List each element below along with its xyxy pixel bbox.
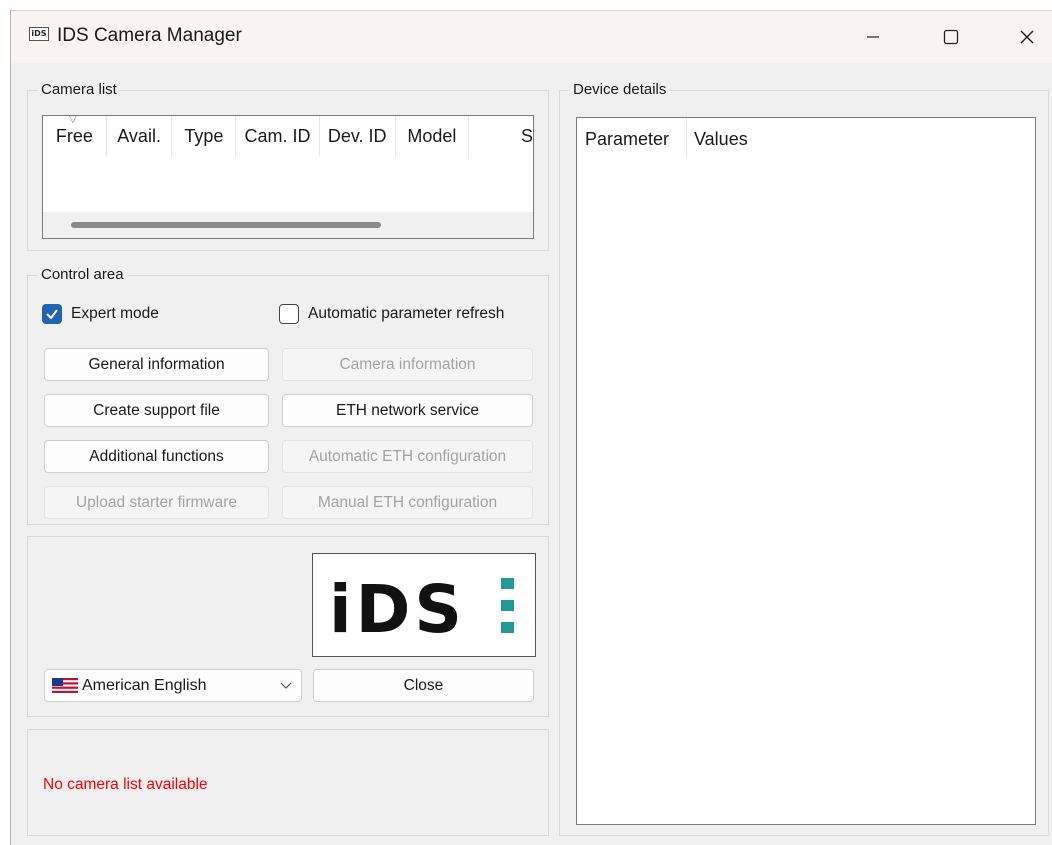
scrollbar-thumb[interactable]	[71, 222, 381, 228]
auto-refresh-checkbox[interactable]: Automatic parameter refresh	[279, 304, 504, 324]
camera-manager-window: iDS IDS Camera Manager Camera list ▽ Fre…	[10, 10, 1052, 845]
manual-eth-configuration-button[interactable]: Manual ETH configuration	[282, 486, 533, 519]
title-bar: iDS IDS Camera Manager	[11, 11, 1052, 63]
chevron-down-icon	[280, 682, 292, 689]
minimize-icon	[867, 36, 879, 38]
language-select-value: American English	[82, 676, 207, 694]
ids-logo-icon: iDS	[329, 571, 514, 648]
checkbox-unchecked-icon	[279, 304, 299, 324]
device-details-group: Device details Parameter Values	[559, 81, 1049, 836]
expert-mode-label: Expert mode	[71, 305, 159, 322]
create-support-file-button[interactable]: Create support file	[44, 394, 269, 427]
column-header-model[interactable]: Model	[396, 116, 470, 156]
minimize-button[interactable]	[853, 19, 893, 55]
ids-logo: iDS	[312, 553, 536, 657]
column-header-s[interactable]: S	[469, 116, 533, 156]
device-details-label: Device details	[570, 81, 670, 98]
maximize-button[interactable]	[931, 19, 971, 55]
sort-indicator-icon: ▽	[69, 115, 77, 125]
camera-information-button[interactable]: Camera information	[282, 348, 533, 381]
device-details-header: Parameter Values	[577, 118, 1035, 160]
status-group: No camera list available	[27, 729, 549, 836]
logo-wordmark: iDS	[329, 571, 466, 648]
close-button[interactable]: Close	[313, 669, 534, 702]
status-message: No camera list available	[43, 776, 208, 793]
us-flag-icon	[52, 678, 78, 693]
column-header-dev-id[interactable]: Dev. ID	[320, 116, 396, 156]
camera-list-group: Camera list ▽ Free Avail. Type Cam. ID D…	[27, 81, 549, 251]
auto-refresh-label: Automatic parameter refresh	[308, 305, 505, 322]
maximize-icon	[943, 29, 959, 45]
close-window-button[interactable]	[1007, 19, 1047, 55]
camera-list-hscrollbar[interactable]	[43, 212, 533, 238]
checkbox-checked-icon	[42, 304, 62, 324]
device-details-table[interactable]: Parameter Values	[576, 117, 1036, 825]
language-select[interactable]: American English	[44, 669, 302, 702]
column-free-label: Free	[55, 126, 93, 146]
column-header-avail[interactable]: Avail.	[107, 116, 173, 156]
camera-list-header: ▽ Free Avail. Type Cam. ID Dev. ID Model…	[43, 116, 533, 158]
expert-mode-checkbox[interactable]: Expert mode	[42, 304, 159, 324]
camera-list-table[interactable]: ▽ Free Avail. Type Cam. ID Dev. ID Model…	[42, 115, 534, 239]
window-title: IDS Camera Manager	[57, 25, 242, 46]
upload-starter-firmware-button[interactable]: Upload starter firmware	[44, 486, 269, 519]
column-header-parameter[interactable]: Parameter	[577, 118, 687, 158]
control-area-label: Control area	[38, 266, 127, 283]
column-header-values[interactable]: Values	[687, 118, 807, 158]
eth-network-service-button[interactable]: ETH network service	[282, 394, 533, 427]
general-information-button[interactable]: General information	[44, 348, 269, 381]
column-header-type[interactable]: Type	[172, 116, 237, 156]
ids-app-icon: iDS	[29, 27, 49, 41]
column-header-cam-id[interactable]: Cam. ID	[236, 116, 320, 156]
automatic-eth-configuration-button[interactable]: Automatic ETH configuration	[282, 440, 533, 473]
additional-functions-button[interactable]: Additional functions	[44, 440, 269, 473]
camera-list-label: Camera list	[38, 81, 120, 98]
control-area-group: Control area Expert mode Automatic param…	[27, 266, 549, 525]
column-header-free[interactable]: ▽ Free	[43, 116, 107, 156]
logo-language-group: iDS American English Close	[27, 536, 549, 717]
close-icon	[1020, 30, 1034, 44]
